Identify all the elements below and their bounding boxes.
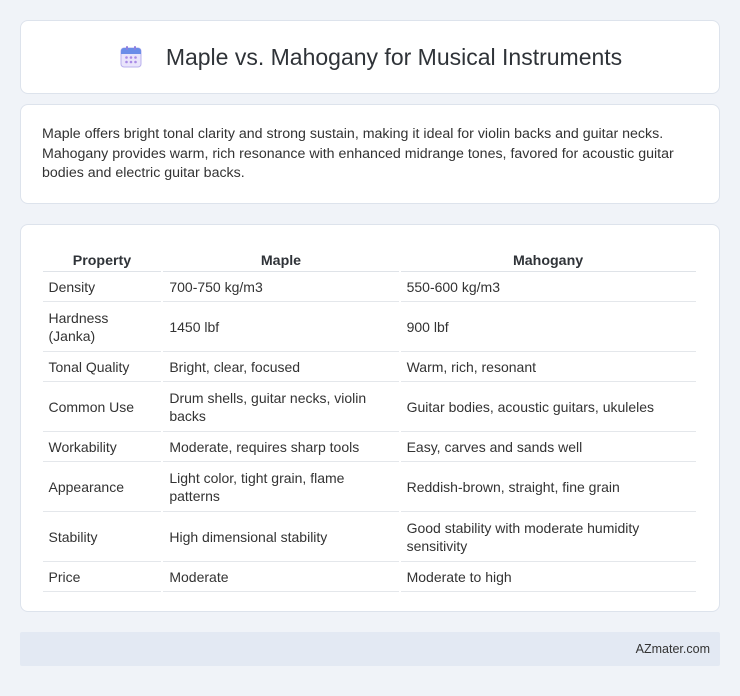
property-cell: Appearance [42,462,162,512]
maple-cell: High dimensional stability [163,512,399,562]
column-header-mahogany: Mahogany [400,243,696,272]
page-title: Maple vs. Mahogany for Musical Instrumen… [165,43,623,70]
mahogany-cell: 900 lbf [400,302,696,352]
property-cell: Stability [42,512,162,562]
column-header-maple: Maple [163,243,399,272]
mahogany-cell: Good stability with moderate humidity se… [400,512,696,562]
mahogany-cell: Easy, carves and sands well [400,432,696,462]
table-row: Density 700-750 kg/m3 550-600 kg/m3 [42,272,696,302]
property-cell: Common Use [42,382,162,432]
table-row: Stability High dimensional stability Goo… [42,512,696,562]
maple-cell: 700-750 kg/m3 [163,272,399,302]
summary-card: Maple offers bright tonal clarity and st… [20,104,720,204]
table-row: Price Moderate Moderate to high [42,562,696,592]
calendar-icon [118,44,144,70]
property-cell: Density [42,272,162,302]
mahogany-cell: 550-600 kg/m3 [400,272,696,302]
property-cell: Workability [42,432,162,462]
maple-cell: Light color, tight grain, flame patterns [163,462,399,512]
maple-cell: Moderate, requires sharp tools [163,432,399,462]
maple-cell: Drum shells, guitar necks, violin backs [163,382,399,432]
table-row: Appearance Light color, tight grain, fla… [42,462,696,512]
maple-cell: Bright, clear, focused [163,352,399,382]
maple-cell: 1450 lbf [163,302,399,352]
comparison-table: Property Maple Mahogany Density 700-750 … [41,243,698,592]
mahogany-cell: Reddish-brown, straight, fine grain [400,462,696,512]
maple-cell: Moderate [163,562,399,592]
table-row: Common Use Drum shells, guitar necks, vi… [42,382,696,432]
table-header-row: Property Maple Mahogany [42,243,696,272]
footer-site-link[interactable]: AZmater.com [636,642,710,656]
table-row: Workability Moderate, requires sharp too… [42,432,696,462]
title-card: Maple vs. Mahogany for Musical Instrumen… [20,20,720,94]
table-row: Tonal Quality Bright, clear, focused War… [42,352,696,382]
column-header-property: Property [42,243,162,272]
comparison-table-card: Property Maple Mahogany Density 700-750 … [20,224,720,612]
footer: AZmater.com [20,632,720,666]
mahogany-cell: Guitar bodies, acoustic guitars, ukulele… [400,382,696,432]
property-cell: Tonal Quality [42,352,162,382]
table-row: Hardness (Janka) 1450 lbf 900 lbf [42,302,696,352]
property-cell: Hardness (Janka) [42,302,162,352]
property-cell: Price [42,562,162,592]
mahogany-cell: Moderate to high [400,562,696,592]
mahogany-cell: Warm, rich, resonant [400,352,696,382]
summary-text: Maple offers bright tonal clarity and st… [42,126,674,181]
